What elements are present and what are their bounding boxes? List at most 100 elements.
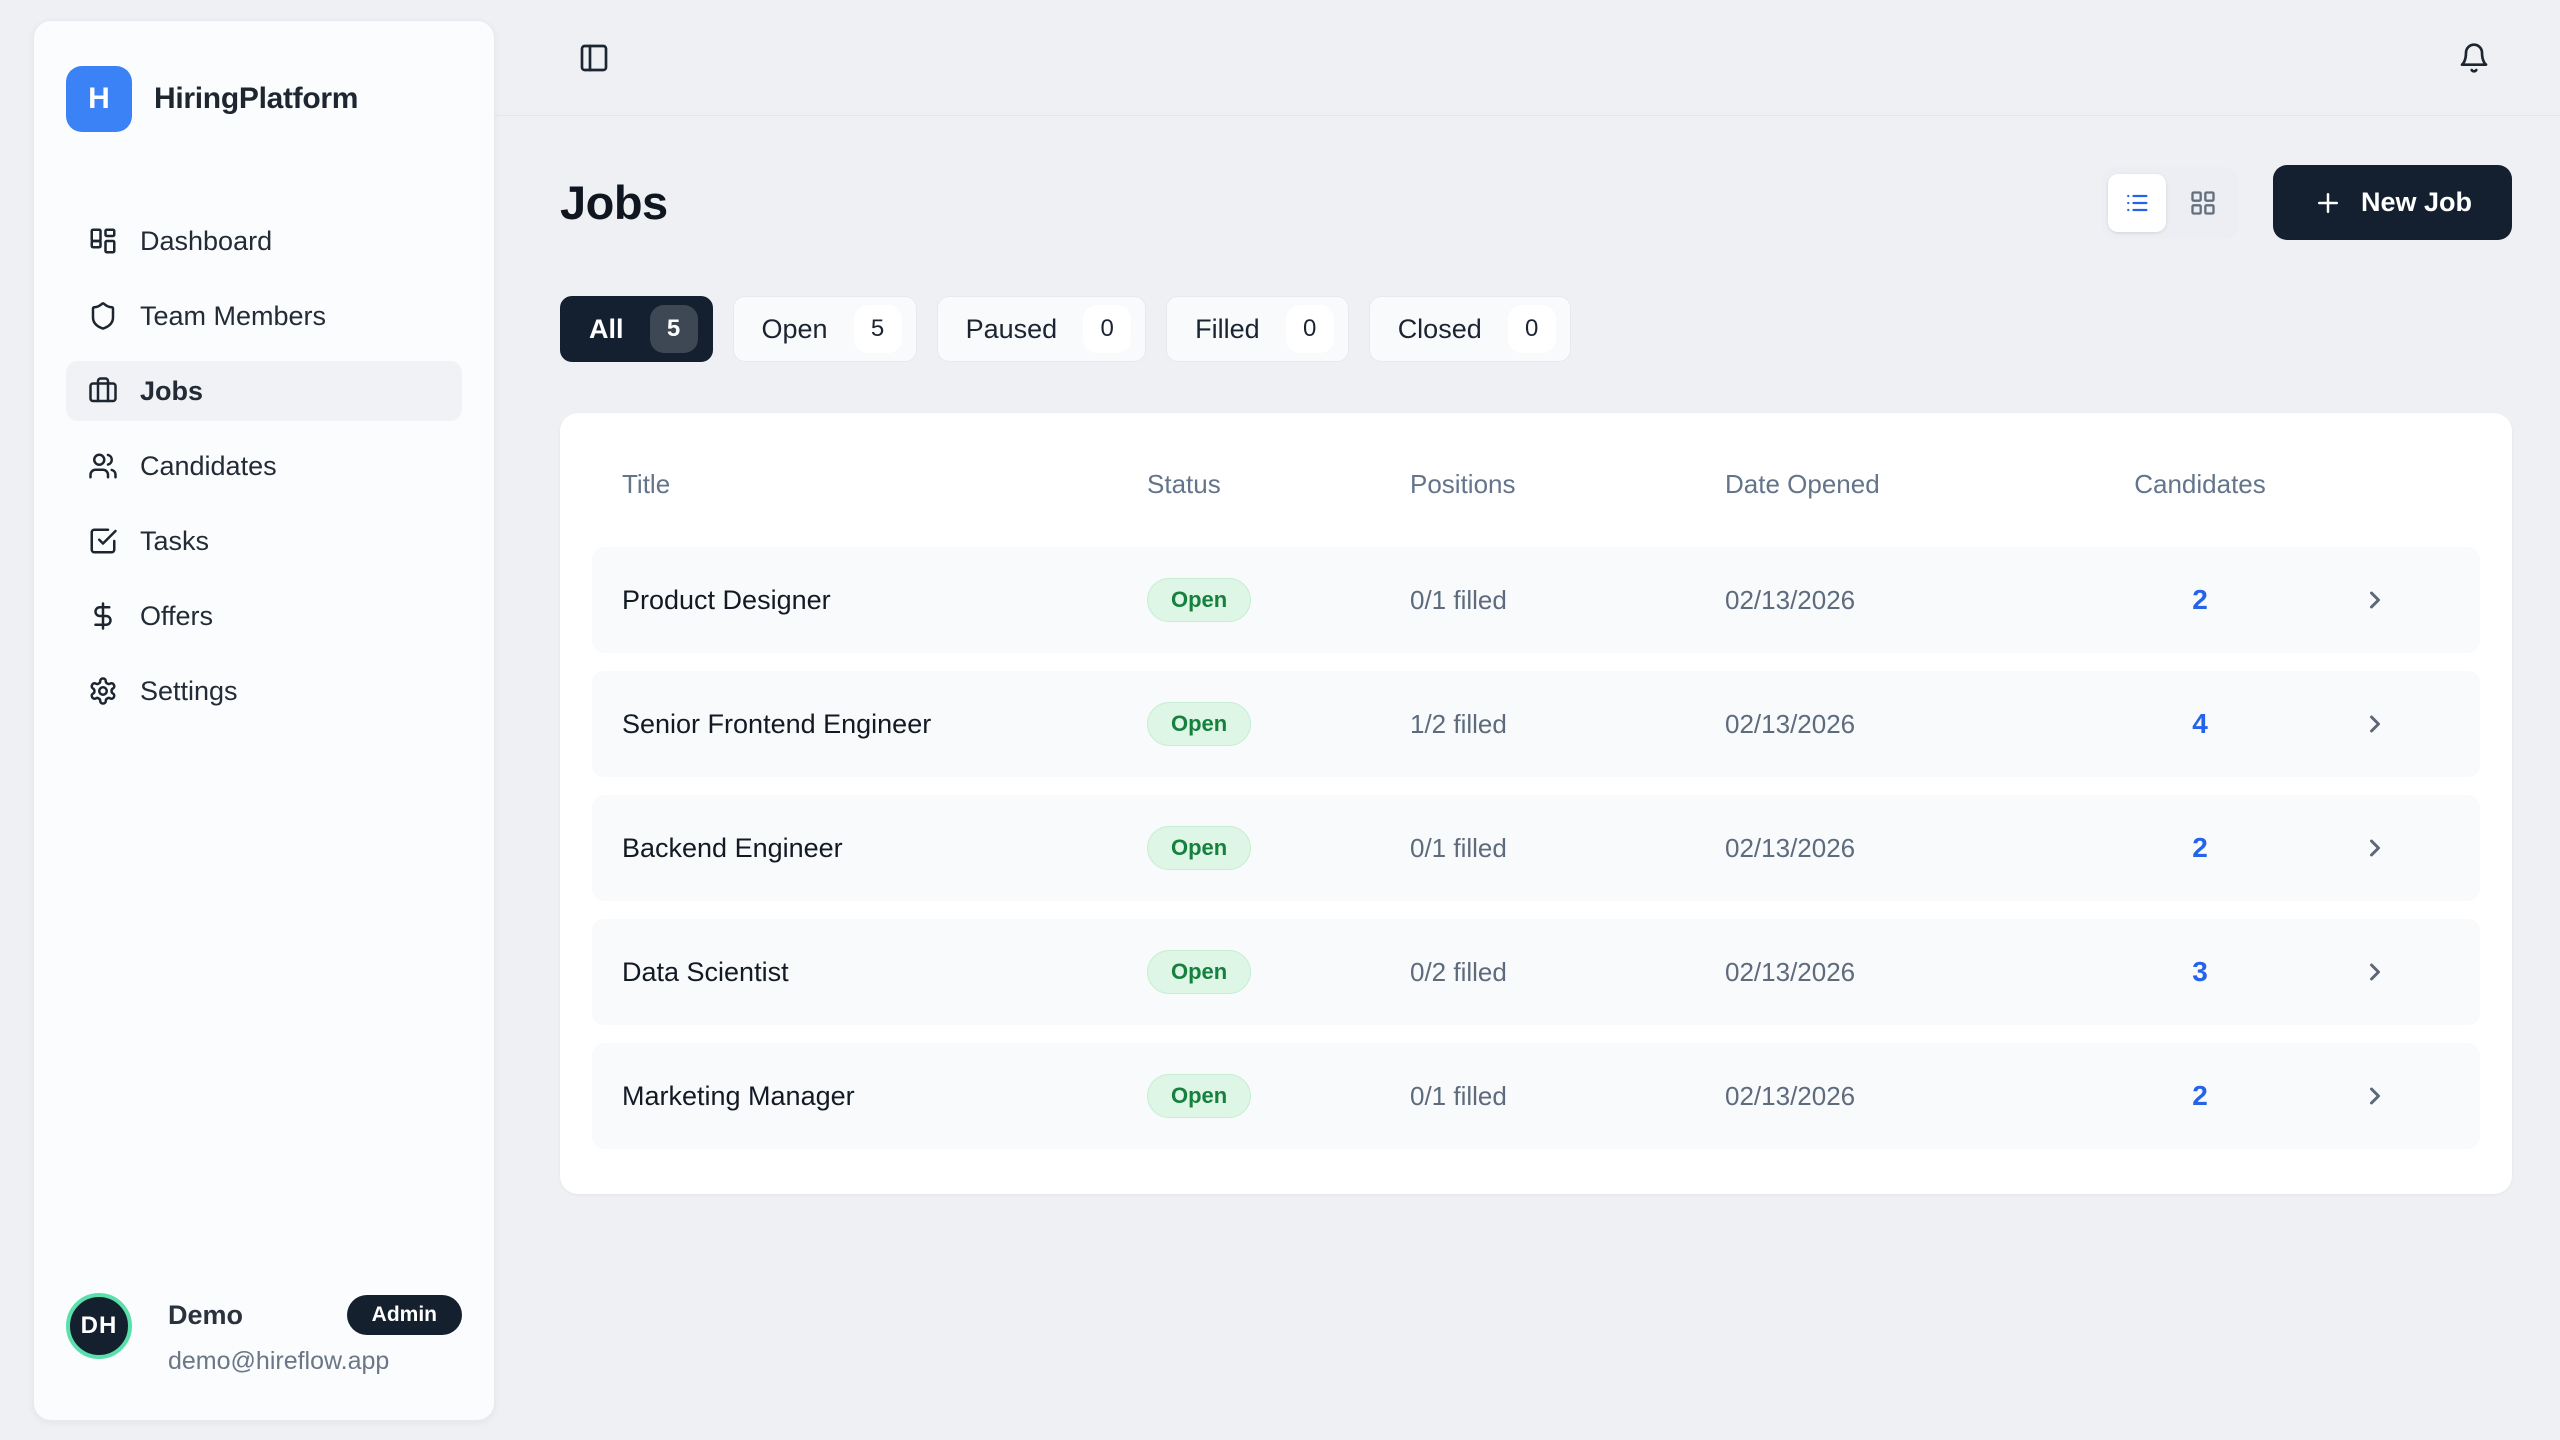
chevron-right-icon [2300,834,2450,862]
dollar-icon [88,601,118,631]
user-email: demo@hireflow.app [168,1347,462,1376]
sidebar-item-settings[interactable]: Settings [66,661,462,721]
positions-filled: 0/1 filled [1410,585,1725,616]
job-title: Data Scientist [622,957,1147,988]
job-title: Senior Frontend Engineer [622,709,1147,740]
new-job-button[interactable]: New Job [2273,165,2512,240]
job-title: Product Designer [622,585,1147,616]
page-title: Jobs [560,175,668,230]
positions-filled: 0/2 filled [1410,957,1725,988]
status-badge: Open [1147,950,1251,994]
main-content: Jobs New Job [495,116,2560,1194]
filter-label: Paused [966,314,1058,345]
candidates-count: 2 [2100,584,2300,616]
plus-icon [2313,188,2343,218]
sidebar-item-offers[interactable]: Offers [66,586,462,646]
sidebar-item-jobs[interactable]: Jobs [66,361,462,421]
grid-icon [2189,189,2217,217]
filter-tab-closed[interactable]: Closed 0 [1369,296,1571,362]
table-row[interactable]: Data Scientist Open 0/2 filled 02/13/202… [592,919,2480,1025]
view-toggle [2102,167,2238,239]
dashboard-icon [88,226,118,256]
jobs-table-card: Title Status Positions Date Opened Candi… [560,413,2512,1194]
app-title: HiringPlatform [154,82,358,116]
new-job-label: New Job [2361,187,2472,218]
filter-count-badge: 0 [1286,305,1334,353]
filter-count-badge: 0 [1083,305,1131,353]
filter-count-badge: 0 [1508,305,1556,353]
status-badge: Open [1147,826,1251,870]
square-check-icon [88,526,118,556]
sidebar-item-label: Candidates [140,451,277,482]
page-header: Jobs New Job [560,165,2512,240]
date-opened: 02/13/2026 [1725,709,2100,740]
sidebar-toggle-button[interactable] [578,42,610,74]
job-title: Marketing Manager [622,1081,1147,1112]
date-opened: 02/13/2026 [1725,585,2100,616]
table-row[interactable]: Product Designer Open 0/1 filled 02/13/2… [592,547,2480,653]
chevron-right-icon [2300,958,2450,986]
job-title: Backend Engineer [622,833,1147,864]
filter-tab-all[interactable]: All 5 [560,296,713,362]
filter-label: Open [762,314,828,345]
status-badge: Open [1147,702,1251,746]
candidates-count: 3 [2100,956,2300,988]
briefcase-icon [88,376,118,406]
sidebar: H HiringPlatform Dashboard Team Members … [33,20,495,1421]
list-icon [2123,189,2151,217]
column-header-status: Status [1147,469,1410,499]
grid-view-button[interactable] [2174,174,2232,232]
topbar [495,0,2560,116]
bell-icon [2458,42,2490,74]
chevron-right-icon [2300,1082,2450,1110]
positions-filled: 0/1 filled [1410,833,1725,864]
table-row[interactable]: Senior Frontend Engineer Open 1/2 filled… [592,671,2480,777]
role-badge: Admin [347,1295,462,1335]
candidates-count: 2 [2100,1080,2300,1112]
table-row[interactable]: Marketing Manager Open 0/1 filled 02/13/… [592,1043,2480,1149]
filter-label: Closed [1398,314,1482,345]
filter-tab-open[interactable]: Open 5 [733,296,917,362]
gear-icon [88,676,118,706]
user-name: Demo [168,1300,243,1331]
sidebar-nav: Dashboard Team Members Jobs Candidates T… [66,211,462,721]
column-header-date: Date Opened [1725,469,2100,499]
filter-count-badge: 5 [854,305,902,353]
status-filter-tabs: All 5 Open 5 Paused 0 Filled 0 Closed 0 [560,296,2512,362]
users-icon [88,451,118,481]
sidebar-item-team-members[interactable]: Team Members [66,286,462,346]
sidebar-item-label: Tasks [140,526,209,557]
sidebar-item-label: Jobs [140,376,203,407]
date-opened: 02/13/2026 [1725,957,2100,988]
table-header-row: Title Status Positions Date Opened Candi… [592,469,2480,499]
status-badge: Open [1147,1074,1251,1118]
date-opened: 02/13/2026 [1725,833,2100,864]
app-logo: H [66,66,132,132]
filter-tab-filled[interactable]: Filled 0 [1166,296,1349,362]
sidebar-item-candidates[interactable]: Candidates [66,436,462,496]
column-header-candidates: Candidates [2100,469,2300,499]
column-header-positions: Positions [1410,469,1725,499]
notifications-button[interactable] [2458,42,2490,74]
table-row[interactable]: Backend Engineer Open 0/1 filled 02/13/2… [592,795,2480,901]
column-header-title: Title [622,469,1147,499]
filter-label: All [589,314,624,345]
list-view-button[interactable] [2108,174,2166,232]
positions-filled: 1/2 filled [1410,709,1725,740]
sidebar-item-dashboard[interactable]: Dashboard [66,211,462,271]
sidebar-item-label: Settings [140,676,238,707]
chevron-right-icon [2300,586,2450,614]
filter-count-badge: 5 [650,305,698,353]
candidates-count: 4 [2100,708,2300,740]
filter-label: Filled [1195,314,1260,345]
sidebar-item-tasks[interactable]: Tasks [66,511,462,571]
user-info: Demo Admin demo@hireflow.app [168,1293,462,1376]
user-profile[interactable]: DH Demo Admin demo@hireflow.app [66,1293,462,1388]
brand: H HiringPlatform [66,66,462,132]
sidebar-item-label: Dashboard [140,226,272,257]
filter-tab-paused[interactable]: Paused 0 [937,296,1147,362]
status-badge: Open [1147,578,1251,622]
shield-icon [88,301,118,331]
positions-filled: 0/1 filled [1410,1081,1725,1112]
sidebar-item-label: Offers [140,601,213,632]
